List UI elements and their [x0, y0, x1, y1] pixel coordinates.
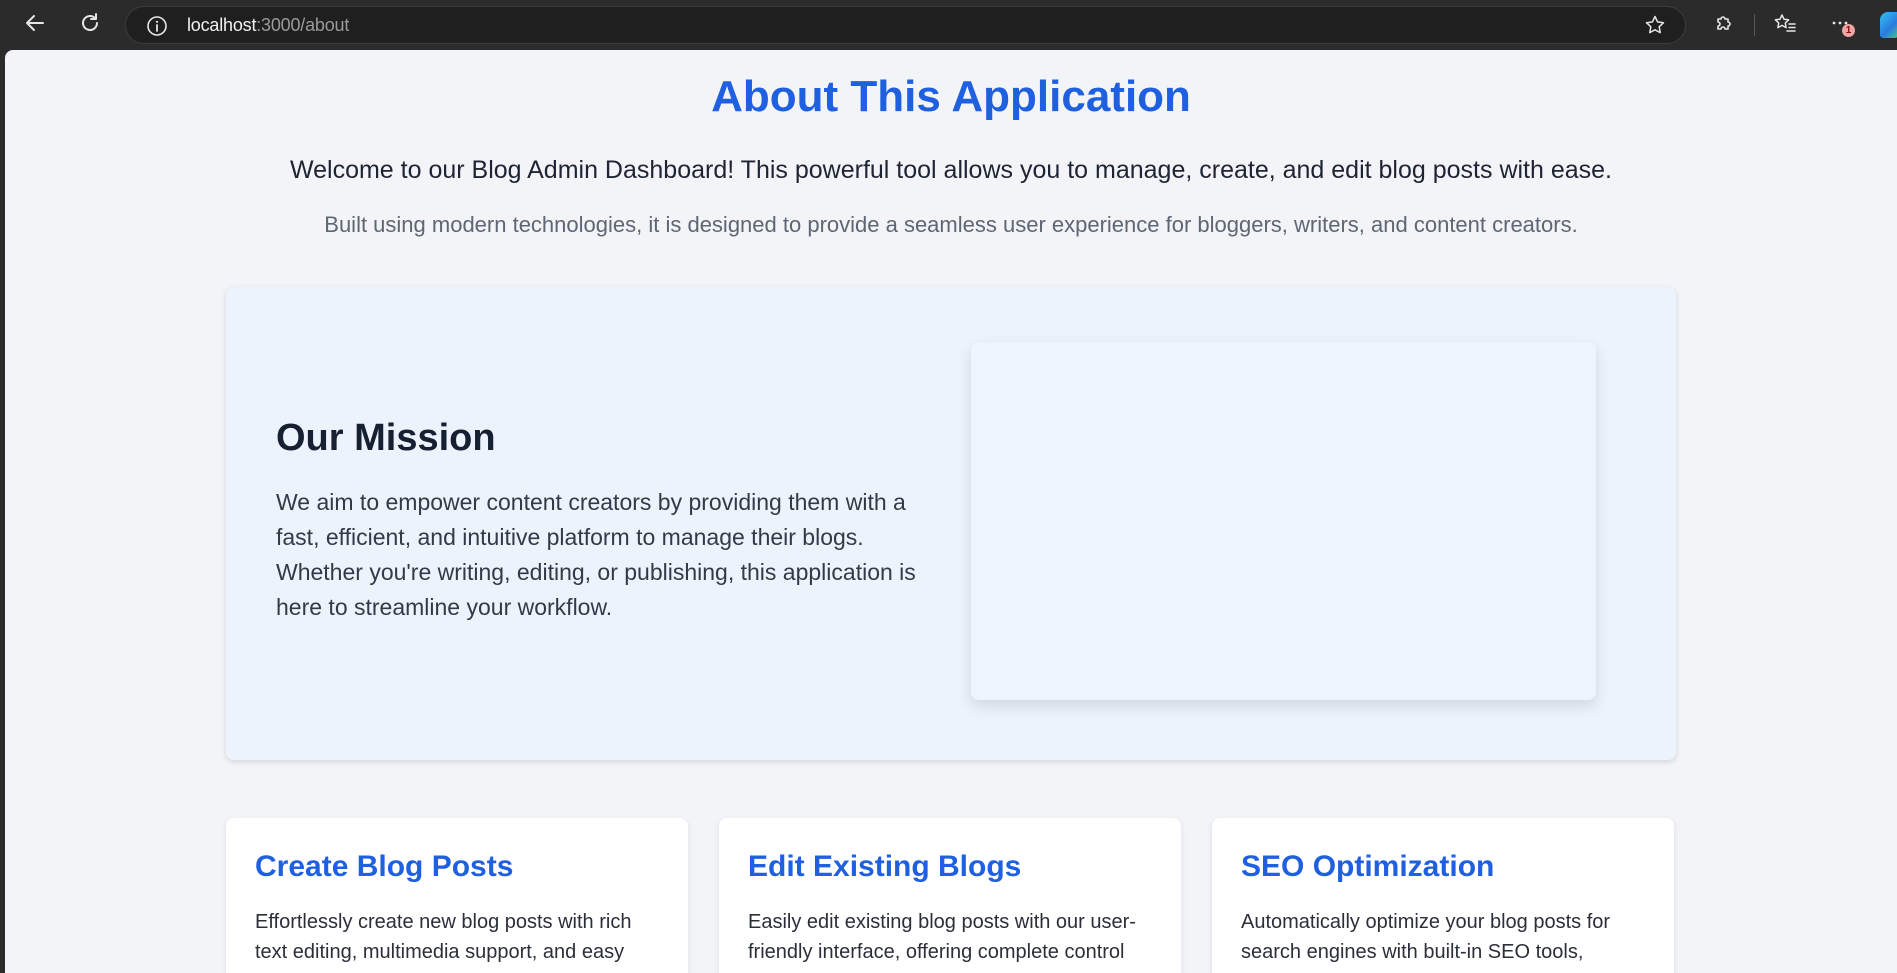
notification-badge: 1: [1842, 24, 1855, 37]
mission-heading: Our Mission: [276, 417, 496, 459]
mission-text: We aim to empower content creators by pr…: [276, 489, 916, 620]
toolbar-divider: [1754, 14, 1755, 36]
favorites-list-icon: [1773, 12, 1797, 39]
page-viewport: About This Application Welcome to our Bl…: [5, 50, 1897, 973]
url-host: localhost: [187, 15, 257, 35]
feature-card-seo: SEO Optimization Automatically optimize …: [1212, 818, 1674, 973]
copilot-icon[interactable]: [1880, 12, 1897, 38]
url-text[interactable]: localhost:3000/about: [187, 7, 349, 43]
feature-title: SEO Optimization: [1241, 850, 1495, 883]
feature-card-edit: Edit Existing Blogs Easily edit existing…: [719, 818, 1181, 973]
extensions-button[interactable]: [1710, 11, 1738, 39]
intro-text: Welcome to our Blog Admin Dashboard! Thi…: [289, 156, 1613, 184]
feature-title: Edit Existing Blogs: [748, 850, 1022, 883]
mission-section: Our Mission We aim to empower content cr…: [226, 287, 1676, 760]
subintro-text: Built using modern technologies, it is d…: [324, 212, 1578, 237]
feature-card-create: Create Blog Posts Effortlessly create ne…: [226, 818, 688, 973]
favorite-star-icon[interactable]: [1643, 13, 1667, 37]
feature-description: Easily edit existing blog posts with our…: [748, 911, 1136, 963]
back-button[interactable]: [19, 9, 51, 41]
page-title: About This Application: [711, 72, 1191, 121]
browser-toolbar: localhost:3000/about 1: [0, 0, 1897, 50]
arrow-left-icon: [24, 12, 46, 39]
address-bar[interactable]: localhost:3000/about: [125, 6, 1686, 44]
site-info-icon[interactable]: [146, 15, 168, 37]
refresh-icon: [79, 12, 101, 39]
feature-description: Effortlessly create new blog posts with …: [255, 911, 632, 963]
url-path: :3000/about: [256, 15, 350, 35]
mission-image-placeholder: [971, 342, 1596, 700]
feature-description: Automatically optimize your blog posts f…: [1241, 911, 1611, 963]
feature-title: Create Blog Posts: [255, 850, 514, 883]
reload-button[interactable]: [74, 9, 106, 41]
favorites-button[interactable]: [1771, 11, 1799, 39]
puzzle-icon: [1713, 12, 1735, 39]
